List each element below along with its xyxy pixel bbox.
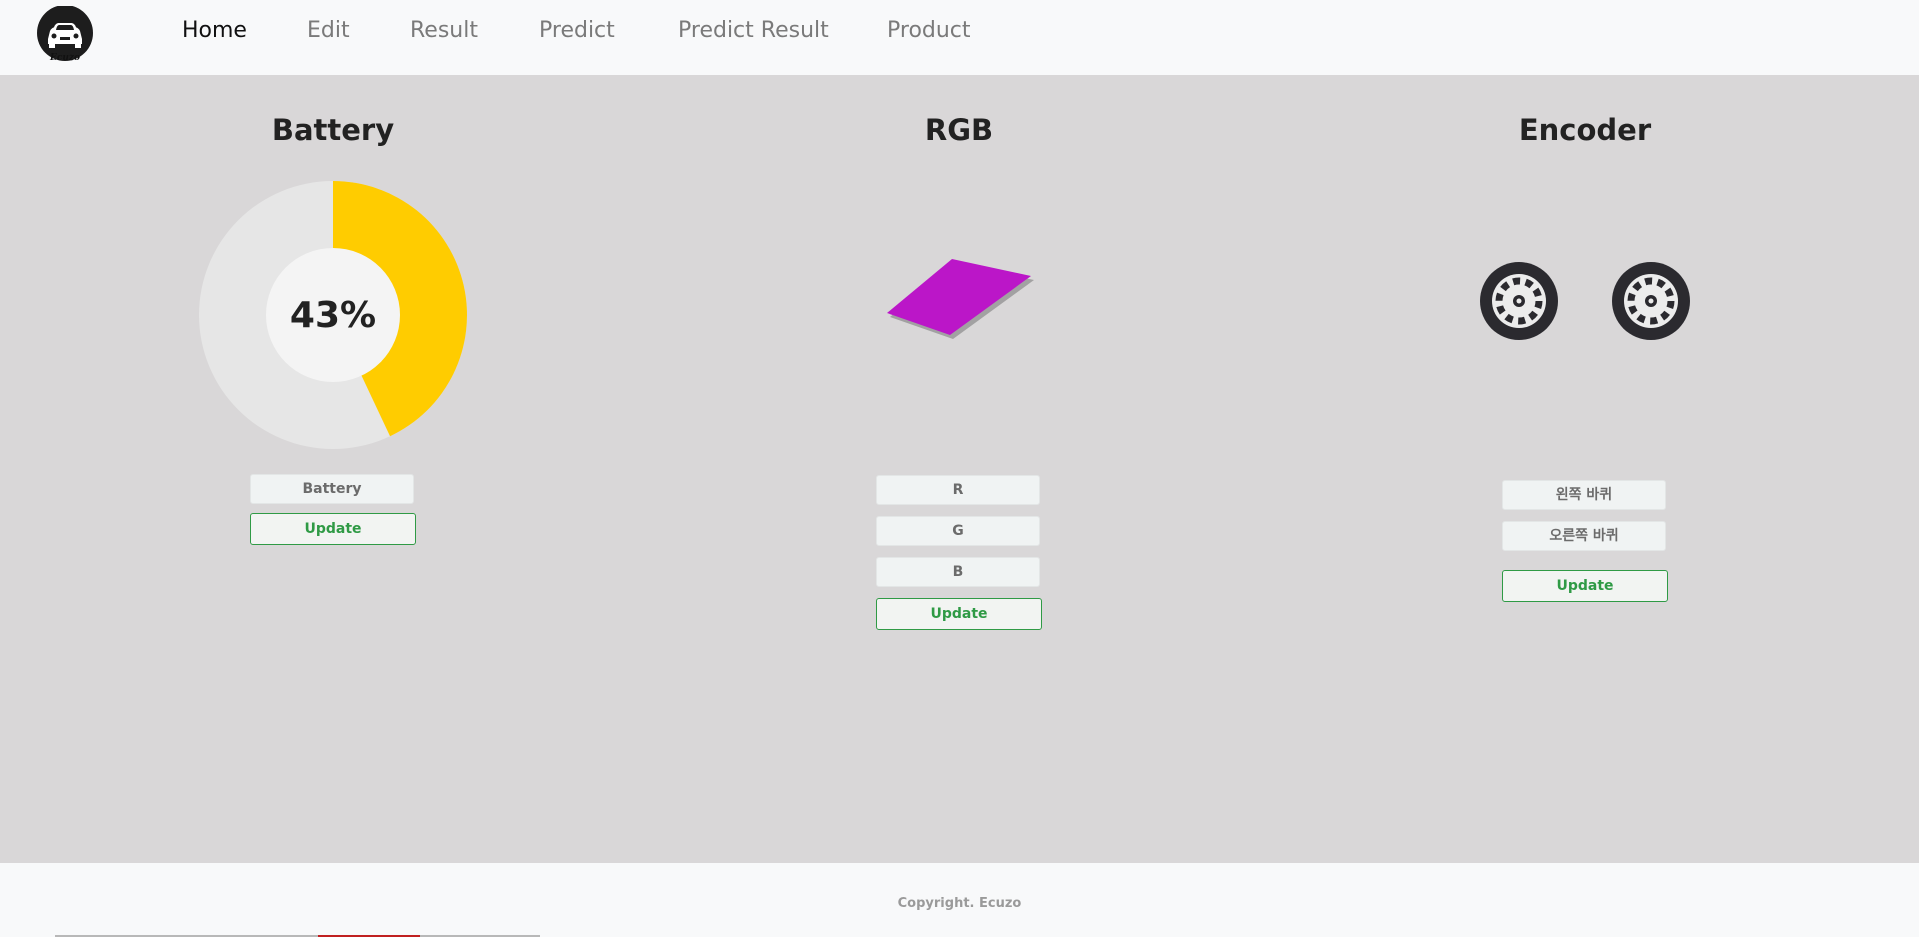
- nav-predict-result[interactable]: Predict Result: [678, 18, 829, 43]
- left-wheel-icon: [1480, 262, 1558, 340]
- left-wheel-input[interactable]: [1502, 480, 1666, 510]
- nav-result[interactable]: Result: [410, 18, 478, 43]
- battery-title: Battery: [271, 113, 395, 147]
- dashboard-main: Battery 43% Update RGB Update Encoder Up…: [0, 75, 1919, 863]
- rgb-input-r[interactable]: [876, 475, 1040, 505]
- encoder-title: Encoder: [1518, 113, 1652, 147]
- battery-update-button[interactable]: Update: [250, 513, 416, 545]
- brand-name: Ecuzo: [50, 53, 80, 63]
- nav-product[interactable]: Product: [887, 18, 971, 43]
- rgb-update-button[interactable]: Update: [876, 598, 1042, 630]
- rgb-title: RGB: [924, 113, 994, 147]
- brand-logo[interactable]: Ecuzo: [36, 5, 94, 64]
- right-wheel-input[interactable]: [1502, 521, 1666, 551]
- footer: Copyright. Ecuzo: [0, 863, 1919, 937]
- nav-edit[interactable]: Edit: [307, 18, 350, 43]
- rgb-input-g[interactable]: [876, 516, 1040, 546]
- encoder-update-button[interactable]: Update: [1502, 570, 1668, 602]
- nav-predict[interactable]: Predict: [539, 18, 615, 43]
- right-wheel-icon: [1612, 262, 1690, 340]
- battery-input[interactable]: [250, 474, 414, 504]
- battery-gauge: 43%: [199, 181, 467, 449]
- battery-percent-label: 43%: [290, 295, 376, 336]
- nav-home[interactable]: Home: [182, 18, 247, 43]
- rgb-input-b[interactable]: [876, 557, 1040, 587]
- copyright-text: Copyright. Ecuzo: [897, 896, 1022, 911]
- top-navbar: Ecuzo Home Edit Result Predict Predict R…: [0, 0, 1919, 76]
- rgb-color-swatch: [887, 259, 1034, 339]
